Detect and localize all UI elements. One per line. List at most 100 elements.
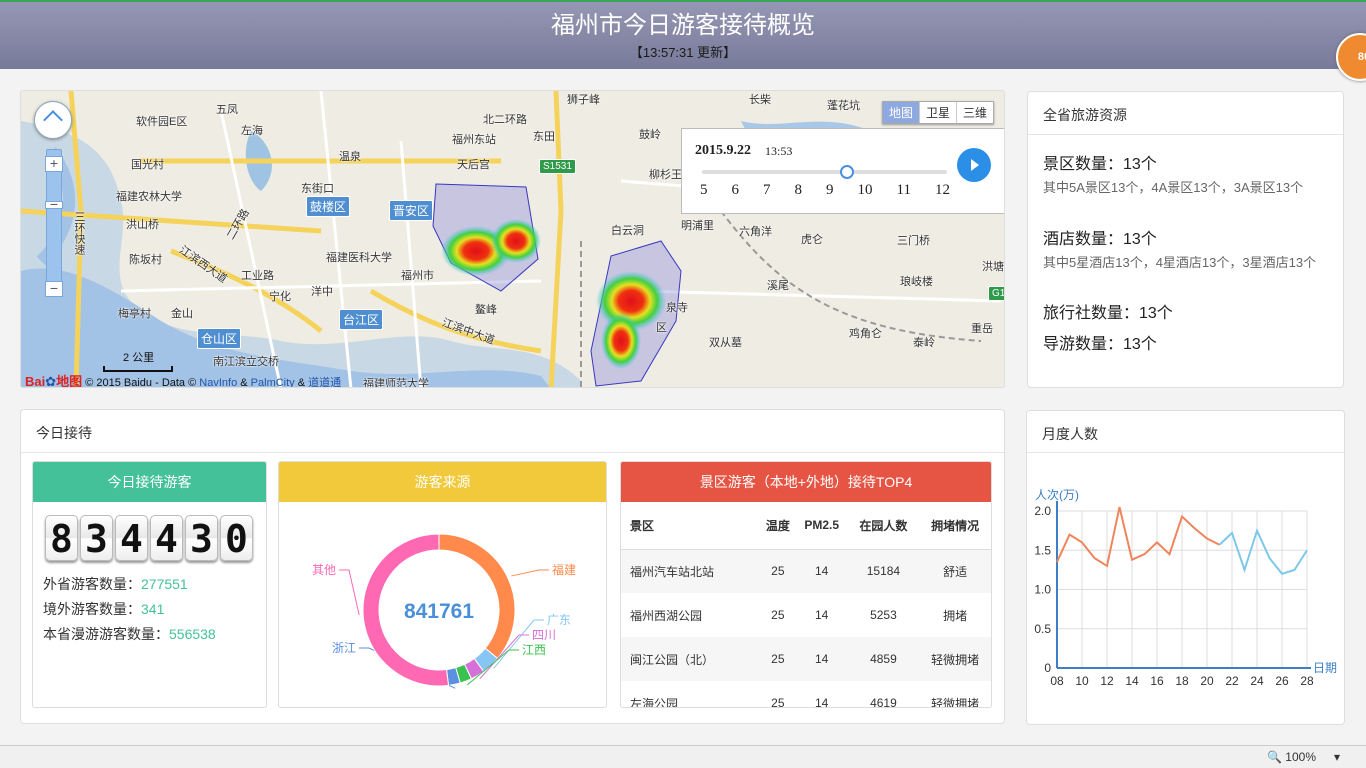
map-label: 溪尾 — [767, 280, 789, 292]
road-shield: G1 — [988, 286, 1004, 301]
baidu-logo: Bai — [25, 374, 46, 388]
timeline-tick[interactable]: 5 — [700, 182, 708, 199]
monthly-line-chart: 0 0.5 1.0 1.5 2.0 08 10 12 14 16 18 20 22 24 26 28 人次(万)… — [1034, 488, 1337, 688]
series-line — [1056, 506, 1220, 568]
daodaotong-link[interactable]: 道道通 — [308, 377, 341, 387]
x-tick-label: 26 — [1275, 674, 1289, 688]
pan-control-icon[interactable] — [34, 101, 72, 139]
source-donut-chart: 福建广东四川江西 浙江 其他 841761 — [312, 533, 576, 689]
timeline-tick[interactable]: 11 — [897, 182, 911, 199]
float-badge[interactable]: 80 — [1336, 33, 1366, 81]
map-label: 白云洞 — [611, 225, 644, 237]
timeline-tick[interactable]: 7 — [763, 182, 771, 199]
heat-map[interactable]: 五凤 软件园E区 左海 国光村 福建农林大学 洪山桥 陈坂村 梅亭村 金山 宁化… — [20, 90, 1005, 388]
map-type-3d[interactable]: 三维 — [955, 102, 993, 123]
donut-slice — [438, 533, 516, 660]
map-type-satellite[interactable]: 卫星 — [918, 102, 956, 123]
donut-label: 福建 — [552, 562, 576, 577]
map-label: 东田 — [533, 131, 555, 143]
table-row[interactable]: 左海公园 25 14 4619 轻微拥堵 — [621, 681, 991, 708]
map-label: 蓬花坑 — [827, 100, 860, 112]
map-label: 福州市 — [401, 270, 434, 282]
map-label: 泰岭 — [913, 337, 935, 349]
table-cell: 轻微拥堵 — [931, 696, 980, 708]
district-gulou[interactable]: 鼓楼区 — [306, 196, 351, 217]
today-panel: 今日接待 今日接待游客 8 3 4 4 3 0 外省游客数量：277551 境外… — [20, 409, 1005, 724]
out-province-stat: 外省游客数量：277551 — [33, 575, 266, 594]
map-label: 东街口 — [301, 183, 334, 195]
map-label: 洪山桥 — [126, 219, 159, 231]
map-label: 天后宫 — [457, 159, 490, 171]
map-label: 重岳 — [971, 323, 993, 335]
zoom-level[interactable]: 🔍 100% — [1267, 750, 1316, 764]
timeline-tick[interactable]: 10 — [858, 182, 873, 199]
map-label: 工业路 — [241, 270, 274, 282]
abroad-stat: 境外游客数量：341 — [33, 600, 266, 619]
update-time: 【13:57:31 更新】 — [629, 45, 737, 60]
palmcity-link[interactable]: PalmCity — [251, 377, 295, 387]
counter-digit: 4 — [115, 515, 148, 561]
stat-label: 外省游客数量： — [43, 576, 141, 592]
x-tick-label: 10 — [1075, 674, 1089, 688]
road-shield: S1531 — [539, 159, 576, 174]
visitors-card: 今日接待游客 8 3 4 4 3 0 外省游客数量：277551 境外游客数量：… — [32, 461, 267, 708]
col-header: 在园人数 — [847, 502, 920, 550]
baidu-logo-map: 地图 — [56, 374, 83, 388]
copyright-text: © 2015 Baidu - Data © — [85, 377, 197, 388]
timeline-tick[interactable]: 8 — [795, 182, 803, 199]
resources-title: 全省旅游资源 — [1028, 92, 1343, 135]
table-cell: 4859 — [847, 637, 920, 681]
district-cangshan[interactable]: 仓山区 — [197, 328, 242, 349]
timeline-handle[interactable] — [840, 165, 854, 179]
donut-label: 浙江 — [332, 641, 356, 655]
top4-card-title: 景区游客（本地+外地）接待TOP4 — [621, 462, 991, 502]
donut-label: 四川 — [532, 628, 556, 642]
map-label: 国光村 — [131, 159, 164, 171]
map-label: 福建农林大学 — [116, 191, 182, 203]
table-cell: 5253 — [870, 608, 897, 622]
district-taijiang[interactable]: 台江区 — [339, 309, 384, 330]
map-type-switch[interactable]: 地图 卫星 三维 — [881, 101, 994, 124]
x-tick-label: 24 — [1250, 674, 1264, 688]
play-icon[interactable] — [957, 148, 991, 182]
map-label: 软件园E区 — [136, 116, 188, 128]
timeline-tick[interactable]: 12 — [935, 182, 950, 199]
x-tick-label: 12 — [1100, 674, 1114, 688]
counter-digit: 0 — [220, 515, 253, 561]
table-row[interactable]: 闽江公园（北） 25 14 4859 轻微拥堵 — [621, 637, 991, 681]
table-row[interactable]: 福州汽车站北站 25 14 15184 舒适 — [621, 549, 991, 593]
timeline-tick[interactable]: 9 — [826, 182, 834, 199]
map-label: 温泉 — [339, 151, 361, 163]
map-label: 宁化 — [269, 291, 291, 303]
zoom-out-icon[interactable]: − — [45, 281, 63, 297]
x-tick-label: 16 — [1150, 674, 1164, 688]
district-jinan[interactable]: 晋安区 — [389, 200, 434, 221]
table-row[interactable]: 福州西湖公园 25 14 5253 拥堵 — [621, 593, 991, 637]
source-card-title: 游客来源 — [279, 462, 606, 502]
time-slider-panel: 2015.9.22 13:53 5 6 7 8 9 10 11 12 — [681, 128, 1004, 214]
map-label: 福建师范大学 — [363, 378, 429, 388]
timeline-track[interactable] — [702, 165, 947, 179]
map-label: 三门桥 — [897, 235, 930, 247]
table-cell: 25 — [771, 608, 785, 622]
y-tick-label: 1.5 — [1034, 543, 1051, 557]
zoom-dropdown-icon[interactable]: ▾ — [1334, 750, 1340, 764]
timeline-tick[interactable]: 6 — [732, 182, 740, 199]
timeline-ticks: 5 6 7 8 9 10 11 12 — [700, 182, 950, 199]
table-cell: 轻微拥堵 — [919, 637, 991, 681]
map-label: 双从墓 — [709, 337, 742, 349]
zoom-in-icon[interactable]: + — [45, 156, 63, 172]
map-label: 福州东站 — [452, 134, 496, 146]
counter-digit: 3 — [185, 515, 218, 561]
navinfo-link[interactable]: NavInfo — [199, 377, 237, 387]
hotel-detail: 其中5星酒店13个，4星酒店13个，3星酒店13个 — [1043, 255, 1317, 270]
map-zoom-control[interactable]: + − − — [34, 101, 72, 297]
counter-digit: 8 — [45, 515, 78, 561]
map-type-road[interactable]: 地图 — [882, 102, 919, 123]
stat-value: 341 — [141, 601, 165, 617]
baidu-logo-paw-icon: ✿ — [45, 374, 57, 388]
resources-panel: 全省旅游资源 景区数量：13个 其中5A景区13个，4A景区13个，3A景区13… — [1027, 91, 1344, 388]
zoom-handle-icon[interactable]: − — [45, 197, 63, 211]
map-label: 陈坂村 — [129, 254, 162, 266]
map-label: 长柴 — [749, 94, 771, 106]
